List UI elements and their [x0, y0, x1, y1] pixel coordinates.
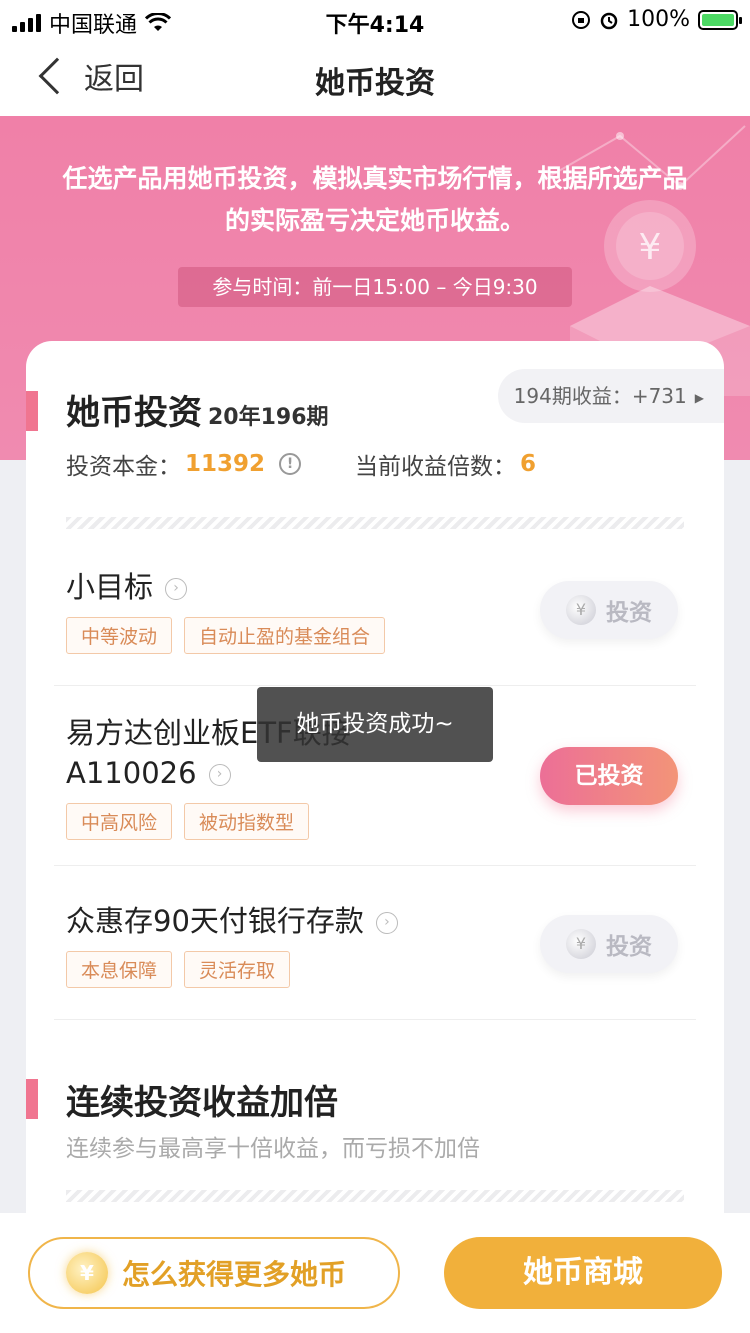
chevron-right-icon[interactable]: › — [208, 764, 231, 786]
invested-button[interactable]: 已投资 — [540, 747, 678, 805]
chevron-right-icon[interactable]: › — [375, 912, 398, 934]
banner-description: 任选产品用她币投资，模拟真实市场行情，根据所选产品的实际盈亏决定她币收益。 — [62, 164, 688, 235]
alarm-icon — [600, 12, 618, 29]
principal-value: 11392 — [185, 451, 266, 477]
product-tags: 中高风险 被动指数型 — [66, 803, 684, 840]
status-right: 100% — [571, 7, 742, 32]
battery-icon — [698, 9, 742, 30]
section-accent-bar — [26, 391, 38, 431]
invest-button[interactable]: ¥ 投资 — [540, 915, 678, 973]
coin-icon: ¥ — [566, 929, 596, 959]
divider — [54, 1019, 696, 1020]
investment-card: 她币投资 20年196期 194期收益：+731 ▶ 投资本金： 11392 ! 当… — [26, 341, 724, 1281]
bottom-bar: ¥ 怎么获得更多她币 她币商城 — [0, 1213, 750, 1333]
time-range: 参与时间：前一日15:00 – 今日9:30 — [178, 267, 572, 307]
coin-icon: ¥ — [566, 595, 596, 625]
toast-message: 她币投资成功~ — [257, 687, 493, 762]
nav-bar: 返回 她币投资 — [0, 40, 750, 116]
page-title: 她币投资 — [315, 66, 435, 101]
issue-label: 20年196期 — [208, 405, 329, 430]
info-icon[interactable]: ! — [279, 453, 302, 475]
investment-title: 她币投资 — [66, 393, 202, 433]
last-earnings-label: 194期收益：+731 — [513, 384, 687, 408]
invest-button-label: 投资 — [606, 934, 652, 960]
product-tag: 本息保障 — [66, 951, 173, 988]
section-accent-bar — [26, 1079, 38, 1119]
product-tag: 中等波动 — [66, 617, 173, 654]
bonus-title: 连续投资收益加倍 — [66, 1083, 338, 1123]
hatch-divider — [66, 1190, 684, 1202]
principal-label: 投资本金： — [66, 454, 181, 480]
divider — [54, 685, 696, 686]
status-bar: 中国联通 下午4:14 100% — [0, 0, 750, 40]
product-name-line2: A110026 — [66, 756, 197, 790]
rotation-lock-icon — [572, 10, 591, 29]
hatch-divider — [66, 517, 684, 529]
product-name: 小目标 — [66, 570, 154, 604]
triangle-right-icon: ▶ — [694, 390, 704, 405]
product-tag: 中高风险 — [66, 803, 173, 840]
last-earnings-button[interactable]: 194期收益：+731 ▶ — [497, 369, 724, 423]
battery-percent: 100% — [627, 7, 690, 32]
invest-button-label: 投资 — [606, 600, 652, 626]
divider — [54, 865, 696, 866]
multiplier-value: 6 — [520, 451, 537, 477]
gold-coin-icon: ¥ — [66, 1252, 108, 1294]
more-coins-button[interactable]: ¥ 怎么获得更多她币 — [28, 1237, 400, 1309]
more-coins-label: 怎么获得更多她币 — [122, 1258, 347, 1291]
investment-meta: 投资本金： 11392 ! 当前收益倍数： 6 — [66, 447, 536, 481]
coin-mall-button[interactable]: 她币商城 — [444, 1237, 722, 1309]
product-tag: 被动指数型 — [184, 803, 310, 840]
chevron-right-icon[interactable]: › — [165, 578, 188, 600]
product-tag: 灵活存取 — [184, 951, 291, 988]
multiplier-label: 当前收益倍数： — [355, 454, 517, 480]
investment-title-row: 她币投资 20年196期 — [66, 385, 329, 434]
product-tag: 自动止盈的基金组合 — [184, 617, 386, 654]
invest-button[interactable]: ¥ 投资 — [540, 581, 678, 639]
bonus-subtitle: 连续参与最高享十倍收益，而亏损不加倍 — [66, 1136, 480, 1162]
product-name: 众惠存90天付银行存款 — [66, 904, 364, 938]
